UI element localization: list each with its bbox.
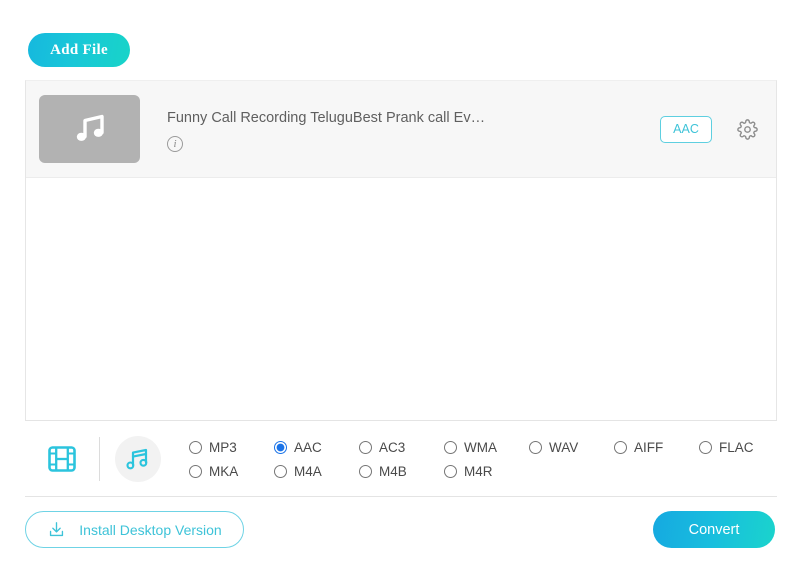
music-note-icon	[76, 114, 104, 141]
format-radio-wma[interactable]	[444, 440, 457, 454]
convert-button[interactable]: Convert	[653, 511, 775, 548]
audio-converter-app: Add File Funny Call Recording TeluguBest…	[0, 0, 800, 562]
info-icon[interactable]: i	[167, 136, 183, 152]
format-label: MP3	[209, 439, 237, 455]
format-label: FLAC	[719, 439, 754, 455]
footer: Install Desktop Version Convert	[0, 497, 800, 562]
tab-audio[interactable]	[100, 435, 175, 482]
format-label: AC3	[379, 439, 406, 455]
format-option-m4b[interactable]: M4B	[359, 464, 444, 479]
format-radio-ac3[interactable]	[359, 440, 372, 454]
format-label: M4B	[379, 463, 407, 479]
format-radio-wav[interactable]	[529, 440, 542, 454]
table-row[interactable]: Funny Call Recording TeluguBest Prank ca…	[26, 81, 776, 178]
add-file-button[interactable]: Add File	[28, 33, 130, 67]
format-label: WMA	[464, 439, 497, 455]
format-options: MP3 AAC AC3 WMA WAV AIFF FLAC MKA M4A M4…	[175, 439, 784, 479]
format-label: M4A	[294, 463, 322, 479]
format-label: AAC	[294, 439, 322, 455]
format-option-mp3[interactable]: MP3	[189, 440, 274, 455]
install-label: Install Desktop Version	[79, 521, 222, 538]
format-option-ac3[interactable]: AC3	[359, 440, 444, 455]
format-selector: MP3 AAC AC3 WMA WAV AIFF FLAC MKA M4A M4…	[25, 420, 777, 497]
install-desktop-version-button[interactable]: Install Desktop Version	[25, 511, 244, 548]
row-format-badge[interactable]: AAC	[660, 115, 712, 143]
format-label: WAV	[549, 439, 579, 455]
tab-video[interactable]	[25, 442, 99, 476]
gear-icon[interactable]	[736, 118, 758, 140]
format-row-1: MP3 AAC AC3 WMA WAV AIFF FLAC	[189, 440, 784, 455]
download-icon	[50, 522, 64, 537]
format-option-wma[interactable]: WMA	[444, 440, 529, 455]
format-radio-mka[interactable]	[189, 464, 202, 478]
format-radio-aac[interactable]	[274, 440, 287, 454]
format-radio-m4b[interactable]	[359, 464, 372, 478]
film-strip-icon	[48, 445, 76, 472]
format-radio-m4a[interactable]	[274, 464, 287, 478]
format-radio-aiff[interactable]	[614, 440, 627, 454]
format-option-aiff[interactable]: AIFF	[614, 440, 699, 455]
format-option-flac[interactable]: FLAC	[699, 440, 784, 455]
format-option-m4a[interactable]: M4A	[274, 464, 359, 479]
file-name: Funny Call Recording TeluguBest Prank ca…	[167, 110, 486, 126]
toolbar: Add File	[0, 0, 800, 80]
file-list-panel: Funny Call Recording TeluguBest Prank ca…	[25, 80, 777, 420]
format-option-m4r[interactable]: M4R	[444, 464, 529, 479]
format-label: AIFF	[634, 439, 664, 455]
format-option-wav[interactable]: WAV	[529, 440, 614, 455]
tab-audio-highlight	[114, 435, 161, 482]
format-label: M4R	[464, 463, 493, 479]
file-info: Funny Call Recording TeluguBest Prank ca…	[167, 106, 660, 152]
row-actions: AAC	[660, 115, 758, 143]
format-label: MKA	[209, 463, 239, 479]
format-radio-flac[interactable]	[699, 440, 712, 454]
music-note-icon	[125, 448, 147, 469]
file-thumbnail	[39, 95, 140, 163]
format-option-mka[interactable]: MKA	[189, 464, 274, 479]
format-radio-m4r[interactable]	[444, 464, 457, 478]
media-type-tabs	[25, 421, 175, 496]
format-radio-mp3[interactable]	[189, 440, 202, 454]
format-option-aac[interactable]: AAC	[274, 440, 359, 455]
format-row-2: MKA M4A M4B M4R	[189, 464, 784, 479]
